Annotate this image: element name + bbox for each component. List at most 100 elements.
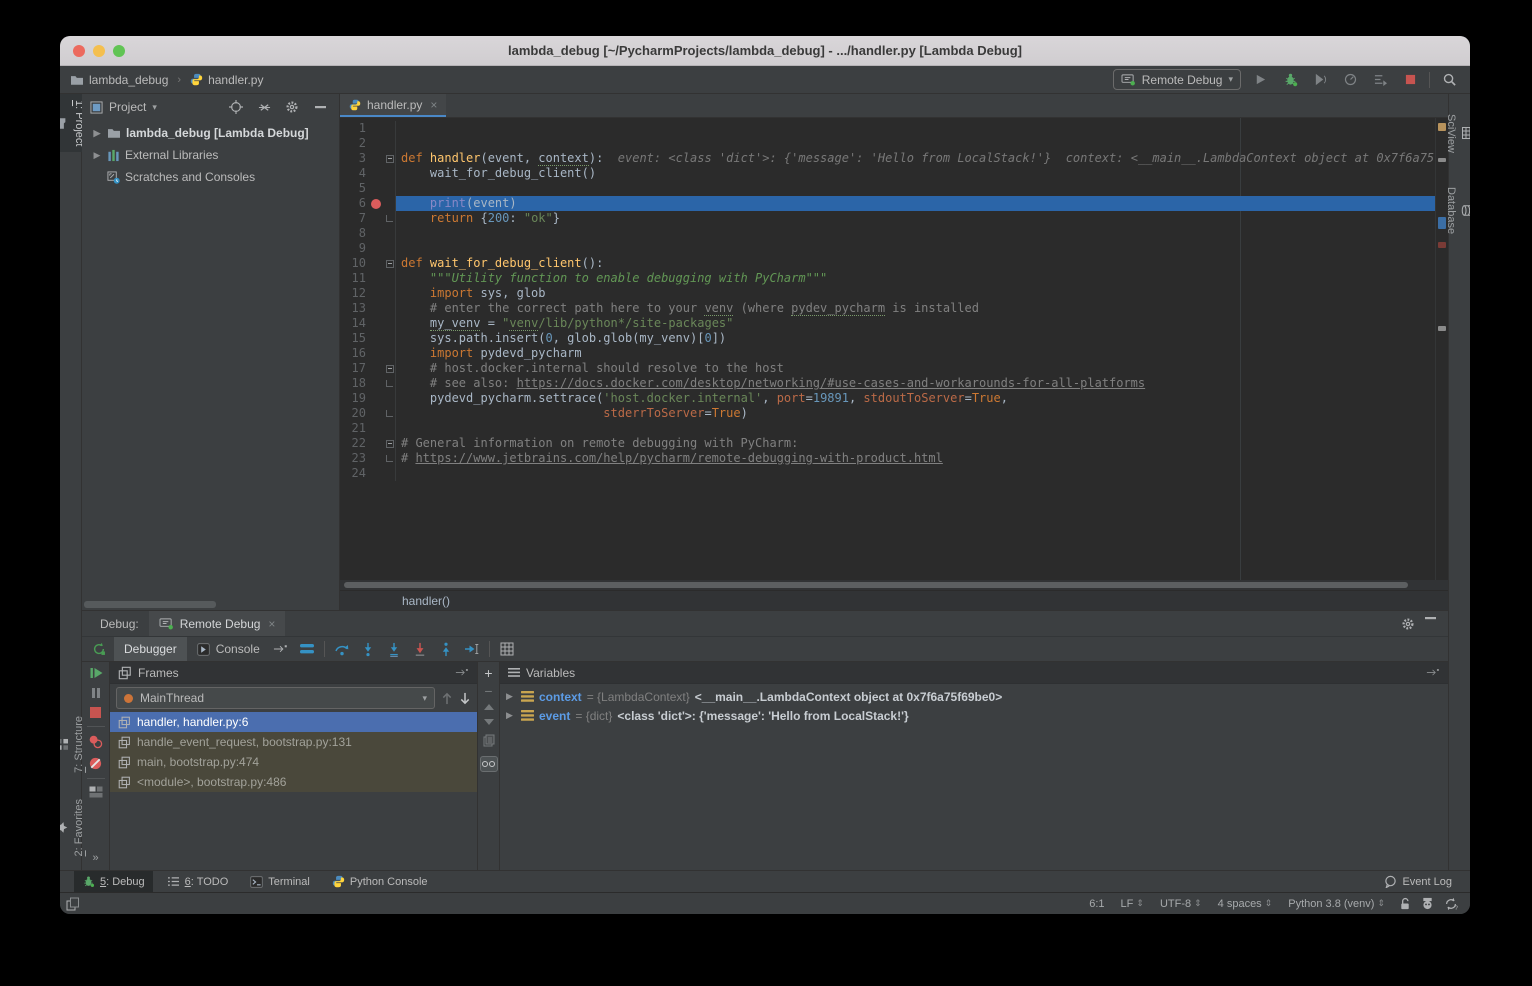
breadcrumb[interactable]: lambda_debug › handler.py bbox=[70, 73, 263, 87]
profile-button[interactable] bbox=[1339, 69, 1361, 91]
fold-gutter[interactable] bbox=[384, 271, 396, 286]
step-into-my-code-button[interactable] bbox=[409, 638, 431, 660]
previous-frame-button[interactable] bbox=[441, 692, 453, 705]
frame-row[interactable]: main, bootstrap.py:474 bbox=[110, 752, 477, 772]
breadcrumb-file[interactable]: handler.py bbox=[208, 73, 263, 87]
error-stripe[interactable] bbox=[1435, 118, 1448, 580]
tool-window-button-5-debug[interactable]: 5: Debug bbox=[74, 871, 153, 892]
variable-row[interactable]: ▶event= {dict}<class 'dict'>: {'message'… bbox=[500, 706, 1448, 725]
expand-arrow-icon[interactable]: ▶ bbox=[92, 128, 102, 139]
project-tree-item[interactable]: ▶lambda_debug [Lambda Debug] bbox=[82, 122, 339, 144]
breakpoint-gutter[interactable] bbox=[368, 331, 384, 346]
fold-gutter[interactable] bbox=[384, 391, 396, 406]
close-session-icon[interactable]: × bbox=[268, 617, 275, 631]
expand-arrow-icon[interactable]: ▶ bbox=[506, 710, 516, 721]
mute-breakpoints-button[interactable] bbox=[88, 756, 103, 771]
step-over-button[interactable] bbox=[331, 638, 353, 660]
fold-open-icon[interactable] bbox=[386, 440, 394, 448]
stop-button[interactable] bbox=[1399, 69, 1421, 91]
code-line-9[interactable]: 9 bbox=[340, 241, 1448, 256]
breakpoint-gutter[interactable] bbox=[368, 136, 384, 151]
project-tree-item[interactable]: ▶External Libraries bbox=[82, 144, 339, 166]
fold-gutter[interactable] bbox=[384, 166, 396, 181]
fold-gutter[interactable] bbox=[384, 121, 396, 136]
debug-button[interactable] bbox=[1279, 69, 1301, 91]
editor-breadcrumb[interactable]: handler() bbox=[340, 590, 1448, 610]
debugger-tab-console[interactable]: Console bbox=[187, 637, 270, 661]
code-line-17[interactable]: 17 # host.docker.internal should resolve… bbox=[340, 361, 1448, 376]
frame-row[interactable]: handler, handler.py:6 bbox=[110, 712, 477, 732]
code-area[interactable]: 123def handler(event, context): event: <… bbox=[340, 118, 1448, 580]
lock-icon[interactable] bbox=[1399, 897, 1411, 910]
force-step-into-button[interactable] bbox=[383, 638, 405, 660]
fold-open-icon[interactable] bbox=[386, 365, 394, 373]
editor-tab-handler-py[interactable]: handler.py × bbox=[340, 94, 446, 117]
move-watch-up-button[interactable] bbox=[484, 704, 494, 710]
project-tree-item[interactable]: Scratches and Consoles bbox=[82, 166, 339, 188]
fold-gutter[interactable] bbox=[384, 301, 396, 316]
breakpoint-gutter[interactable] bbox=[368, 256, 384, 271]
fold-gutter[interactable] bbox=[384, 451, 396, 466]
event-log-button[interactable]: Event Log bbox=[1384, 875, 1452, 888]
breakpoint-gutter[interactable] bbox=[368, 226, 384, 241]
breakpoint-gutter[interactable] bbox=[368, 436, 384, 451]
layout-settings-icon[interactable] bbox=[296, 638, 318, 660]
pause-button[interactable] bbox=[90, 687, 102, 699]
code-line-6[interactable]: 6 print(event) bbox=[340, 196, 1448, 211]
code-line-7[interactable]: 7 return {200: "ok"} bbox=[340, 211, 1448, 226]
move-watch-down-button[interactable] bbox=[484, 719, 494, 725]
code-line-20[interactable]: 20 stderrToServer=True) bbox=[340, 406, 1448, 421]
breakpoint-gutter[interactable] bbox=[368, 361, 384, 376]
breakpoint-gutter[interactable] bbox=[368, 151, 384, 166]
frame-row[interactable]: handle_event_request, bootstrap.py:131 bbox=[110, 732, 477, 752]
expand-arrow-icon[interactable]: ▶ bbox=[506, 691, 516, 702]
debug-session-tab[interactable]: Remote Debug × bbox=[149, 611, 286, 636]
fold-gutter[interactable] bbox=[384, 226, 396, 241]
stripe-button-2-favorites[interactable]: 2: Favorites bbox=[60, 793, 87, 862]
code-line-18[interactable]: 18 # see also: https://docs.docker.com/d… bbox=[340, 376, 1448, 391]
search-everywhere-icon[interactable] bbox=[1438, 69, 1460, 91]
update-indicator-icon[interactable]: ? bbox=[1444, 897, 1458, 911]
breakpoint-gutter[interactable] bbox=[368, 271, 384, 286]
remove-watch-button[interactable]: − bbox=[484, 687, 492, 695]
stop-button[interactable] bbox=[89, 706, 102, 719]
breakpoint-gutter[interactable] bbox=[368, 466, 384, 481]
rerun-button[interactable] bbox=[88, 638, 110, 660]
fold-end-icon[interactable] bbox=[386, 215, 393, 222]
step-out-button[interactable] bbox=[435, 638, 457, 660]
duplicate-watch-button[interactable] bbox=[483, 734, 495, 747]
next-frame-button[interactable] bbox=[459, 692, 471, 705]
breakpoint-gutter[interactable] bbox=[368, 316, 384, 331]
highlighting-level-icon[interactable] bbox=[1421, 897, 1434, 910]
code-line-10[interactable]: 10def wait_for_debug_client(): bbox=[340, 256, 1448, 271]
stripe-button-7-structure[interactable]: 7: Structure bbox=[60, 710, 87, 779]
fold-gutter[interactable] bbox=[384, 436, 396, 451]
code-line-24[interactable]: 24 bbox=[340, 466, 1448, 481]
breakpoint-gutter[interactable] bbox=[368, 241, 384, 256]
fold-open-icon[interactable] bbox=[386, 260, 394, 268]
run-to-cursor-button[interactable] bbox=[461, 638, 483, 660]
breakpoint-gutter[interactable] bbox=[368, 421, 384, 436]
more-actions-icon[interactable]: » bbox=[92, 852, 98, 864]
run-button[interactable] bbox=[1249, 69, 1271, 91]
breakpoint-gutter[interactable] bbox=[368, 391, 384, 406]
breakpoint-icon[interactable] bbox=[371, 199, 381, 209]
run-with-coverage-button[interactable] bbox=[1309, 69, 1331, 91]
hide-panel-icon[interactable] bbox=[309, 96, 331, 118]
project-hscrollbar[interactable] bbox=[84, 601, 216, 608]
view-breakpoints-button[interactable] bbox=[88, 734, 103, 749]
pin-icon[interactable] bbox=[1426, 668, 1440, 677]
fold-gutter[interactable] bbox=[384, 466, 396, 481]
fold-gutter[interactable] bbox=[384, 421, 396, 436]
breakpoint-gutter[interactable] bbox=[368, 166, 384, 181]
variable-row[interactable]: ▶context= {LambdaContext}<__main__.Lambd… bbox=[500, 687, 1448, 706]
tool-window-button-python-console[interactable]: Python Console bbox=[324, 871, 436, 892]
pin-tab-icon[interactable] bbox=[270, 638, 292, 660]
code-line-22[interactable]: 22# General information on remote debugg… bbox=[340, 436, 1448, 451]
fold-end-icon[interactable] bbox=[386, 455, 393, 462]
expand-arrow-icon[interactable]: ▶ bbox=[92, 150, 102, 161]
code-line-13[interactable]: 13 # enter the correct path here to your… bbox=[340, 301, 1448, 316]
fold-gutter[interactable] bbox=[384, 376, 396, 391]
fold-gutter[interactable] bbox=[384, 256, 396, 271]
status-item-lf[interactable]: LF⇕ bbox=[1121, 898, 1144, 910]
